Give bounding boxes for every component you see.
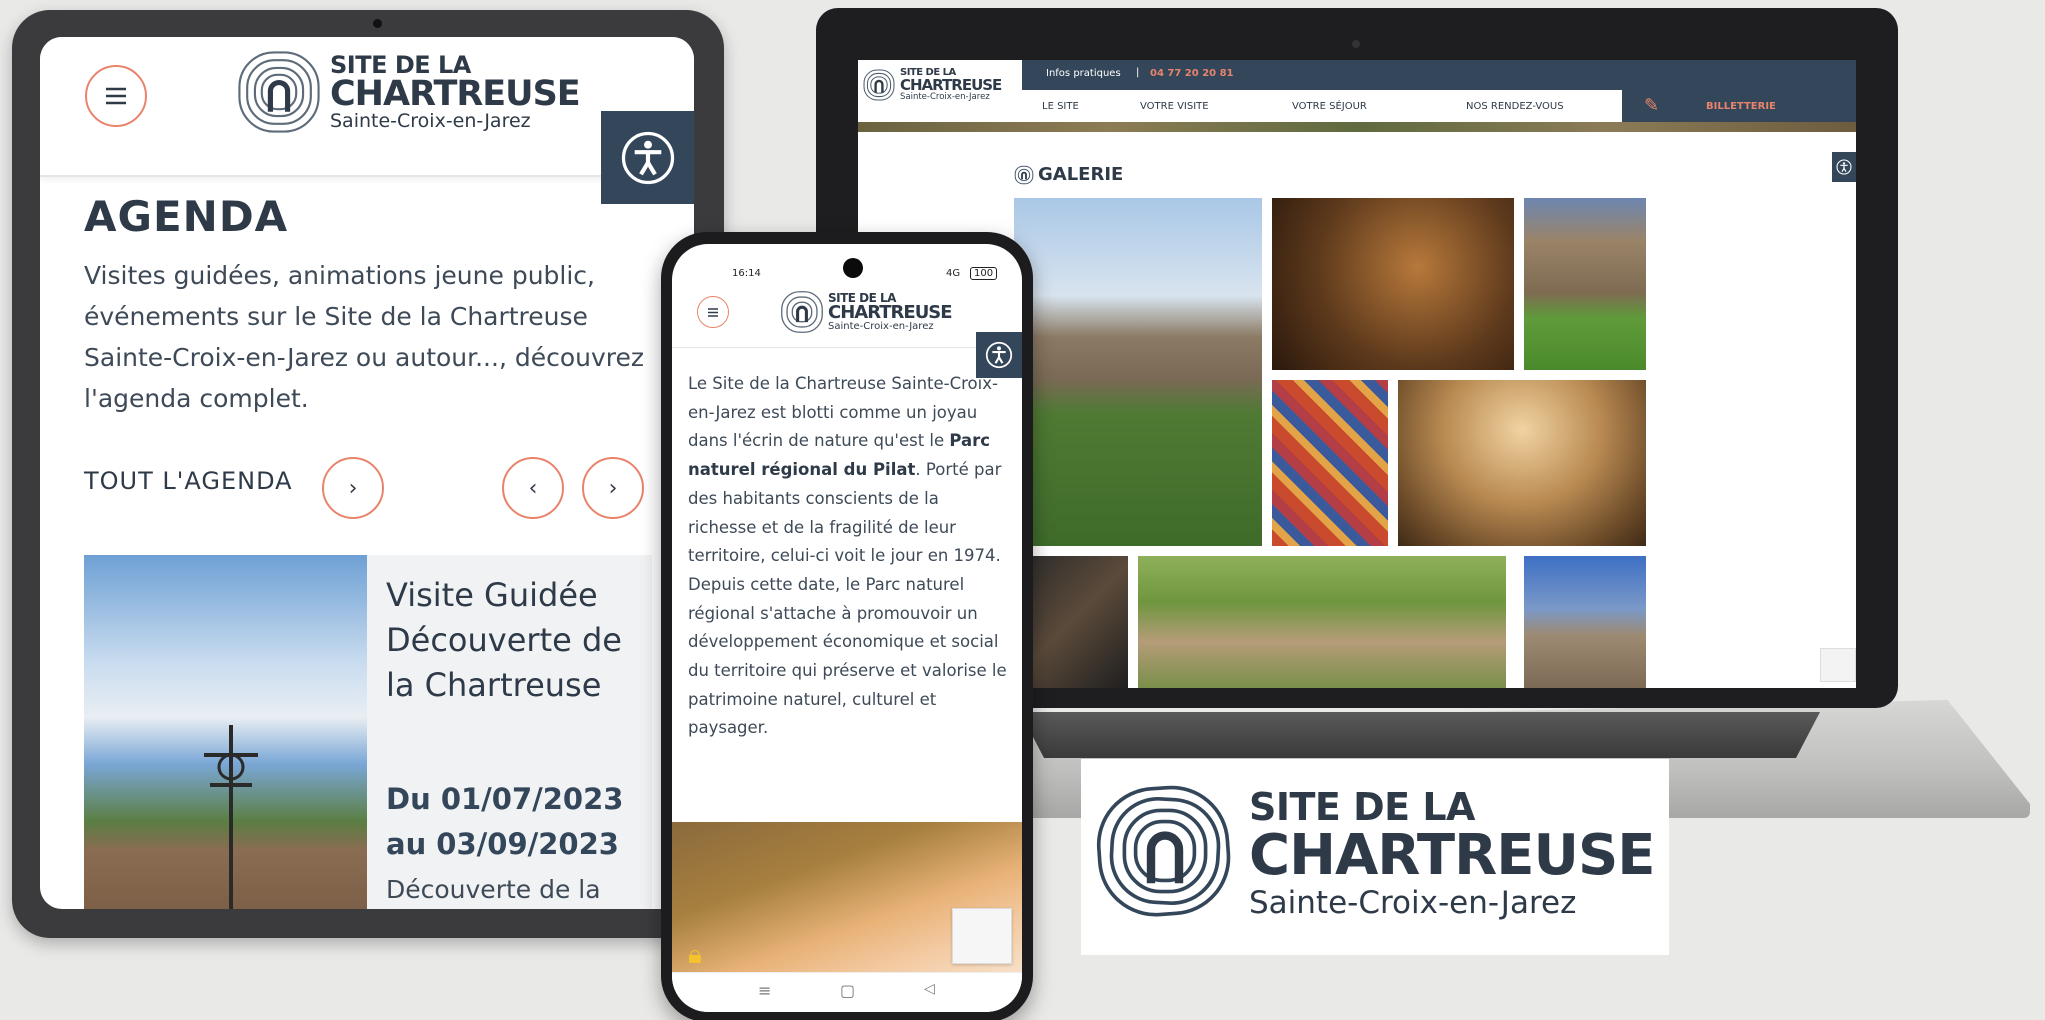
chevron-right-icon: › xyxy=(348,475,358,501)
gallery-photo-village[interactable] xyxy=(1014,198,1262,546)
card-dates: Du 01/07/2023 au 03/09/2023 xyxy=(386,782,624,861)
home-icon[interactable]: ▢ xyxy=(840,981,855,1000)
chevron-right-icon: › xyxy=(608,475,618,501)
gallery-photo-stained-glass[interactable] xyxy=(1272,380,1388,546)
previous-button[interactable]: ‹ xyxy=(502,457,564,519)
all-agenda-link[interactable]: TOUT L'AGENDA xyxy=(84,467,293,495)
logo-line3: Sainte-Croix-en-Jarez xyxy=(330,110,531,132)
recaptcha-badge[interactable] xyxy=(952,908,1012,964)
tablet-logo[interactable]: SITE DE LA CHARTREUSE Sainte-Croix-en-Ja… xyxy=(236,49,581,135)
logo-card: SITE DE LA CHARTREUSE Sainte-Croix-en-Ja… xyxy=(1081,759,1669,955)
logo-line3: Sainte-Croix-en-Jarez xyxy=(1249,884,1577,921)
accessibility-button[interactable] xyxy=(601,111,694,204)
infos-bar: Infos pratiques | 04 77 20 20 81 xyxy=(1022,60,1856,90)
tablet-camera xyxy=(373,19,382,28)
gallery-photo-church[interactable] xyxy=(1398,380,1646,546)
logo-mark-icon xyxy=(1095,781,1235,921)
phone-screen: 16:14 4G 100 SITE DE LA CHARTREUSE Saint… xyxy=(672,244,1022,1012)
logo-line2: CHARTREUSE xyxy=(330,74,581,114)
gallery-photo-landscape[interactable] xyxy=(1138,556,1506,688)
card-title: Visite Guidée Découverte de la Chartreus… xyxy=(386,576,622,704)
logo-line1: SITE DE LA xyxy=(1249,784,1475,829)
logo-mark-icon xyxy=(862,68,896,102)
parc-text-after: . Porté par des habitants conscients de … xyxy=(688,460,1007,738)
logo-line2: CHARTREUSE xyxy=(828,302,953,323)
logo-line3: Sainte-Croix-en-Jarez xyxy=(900,92,990,103)
iron-cross-icon xyxy=(204,725,258,909)
all-agenda-label: TOUT L'AGENDA xyxy=(84,467,293,495)
big-logo: SITE DE LA CHARTREUSE Sainte-Croix-en-Ja… xyxy=(1095,781,1656,921)
accessibility-icon xyxy=(1836,159,1852,175)
gallery-photo-cloister[interactable] xyxy=(1524,198,1646,370)
tablet-frame: SITE DE LA CHARTREUSE Sainte-Croix-en-Ja… xyxy=(12,10,724,938)
lock-icon[interactable]: 🔒︎ xyxy=(688,940,702,971)
laptop-keyboard xyxy=(1020,712,1820,758)
logo-mark-icon xyxy=(1014,165,1034,184)
logo-mark-icon xyxy=(236,49,322,135)
hamburger-icon xyxy=(708,307,718,317)
logo-line2: CHARTREUSE xyxy=(900,76,1002,95)
ticket-icon: ✎ xyxy=(1644,95,1660,116)
status-network: 4G xyxy=(946,268,961,279)
logo-mark-icon xyxy=(780,290,824,334)
laptop-logo[interactable]: SITE DE LA CHARTREUSE Sainte-Croix-en-Ja… xyxy=(862,68,1002,103)
back-icon[interactable]: ◁ xyxy=(924,981,935,997)
laptop-camera xyxy=(1352,40,1360,48)
ticket-label: BILLETTERIE xyxy=(1706,101,1776,112)
hamburger-icon xyxy=(106,87,126,105)
phone-number[interactable]: 04 77 20 20 81 xyxy=(1150,68,1234,79)
gallery-photo-tower[interactable] xyxy=(1524,556,1646,688)
all-agenda-button[interactable]: › xyxy=(322,457,384,519)
accessibility-icon xyxy=(621,131,674,184)
phone-frame: 16:14 4G 100 SITE DE LA CHARTREUSE Saint… xyxy=(661,232,1033,1020)
card-photo xyxy=(84,555,367,909)
card-description: Découverte de la xyxy=(386,875,601,904)
laptop-header: SITE DE LA CHARTREUSE Sainte-Croix-en-Ja… xyxy=(858,60,1856,122)
battery-indicator: 100 xyxy=(970,267,998,280)
phone-header: SITE DE LA CHARTREUSE Sainte-Croix-en-Ja… xyxy=(672,284,1022,348)
nav-item[interactable]: LE SITE xyxy=(1042,101,1079,112)
agenda-heading: AGENDA xyxy=(84,192,289,241)
gallery-photo-carving[interactable] xyxy=(1272,198,1514,370)
infos-label[interactable]: Infos pratiques xyxy=(1046,68,1121,79)
gallery-heading: GALERIE xyxy=(1014,164,1123,185)
main-nav: LE SITE VOTRE VISITE VOTRE SÉJOUR NOS RE… xyxy=(1022,90,1622,122)
android-nav-bar: ≡ ▢ ◁ xyxy=(672,972,1022,1012)
accessibility-icon xyxy=(985,341,1013,369)
nav-item[interactable]: NOS RENDEZ-VOUS xyxy=(1466,101,1564,112)
logo-line2: CHARTREUSE xyxy=(1249,822,1656,888)
next-button[interactable]: › xyxy=(582,457,644,519)
menu-button[interactable] xyxy=(85,65,147,127)
tablet-screen: SITE DE LA CHARTREUSE Sainte-Croix-en-Ja… xyxy=(40,37,694,909)
ticket-button[interactable]: ✎ BILLETTERIE xyxy=(1622,90,1856,122)
infos-separator: | xyxy=(1136,67,1140,78)
recents-icon[interactable]: ≡ xyxy=(758,981,771,1000)
recaptcha-badge[interactable] xyxy=(1820,648,1856,682)
logo-line3: Sainte-Croix-en-Jarez xyxy=(828,321,934,332)
tablet-header: SITE DE LA CHARTREUSE Sainte-Croix-en-Ja… xyxy=(40,37,694,177)
status-bar: 16:14 4G 100 xyxy=(672,267,1022,282)
agenda-intro: Visites guidées, animations jeune public… xyxy=(84,261,645,413)
nav-item[interactable]: VOTRE SÉJOUR xyxy=(1292,101,1367,112)
status-time: 16:14 xyxy=(732,268,761,279)
header-photo-strip xyxy=(858,122,1856,132)
chevron-left-icon: ‹ xyxy=(528,475,538,501)
menu-button[interactable] xyxy=(697,296,729,328)
agenda-card[interactable]: Visite Guidée Découverte de la Chartreus… xyxy=(84,555,652,909)
phone-logo[interactable]: SITE DE LA CHARTREUSE Sainte-Croix-en-Ja… xyxy=(780,290,953,334)
gallery-title: GALERIE xyxy=(1038,164,1124,185)
accessibility-button[interactable] xyxy=(1832,152,1856,182)
parc-text: Le Site de la Chartreuse Sainte-Croix-en… xyxy=(688,370,1010,743)
nav-item[interactable]: VOTRE VISITE xyxy=(1140,101,1209,112)
